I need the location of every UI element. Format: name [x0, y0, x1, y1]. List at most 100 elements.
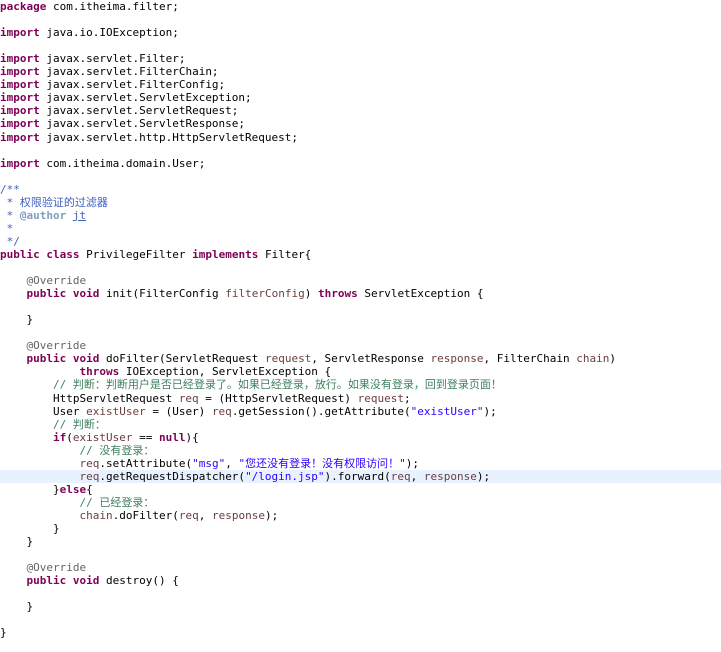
code-text: IOException, ServletException {	[119, 365, 332, 379]
code-line[interactable]: @Override	[0, 561, 721, 574]
code-line[interactable]: public void init(FilterConfig filterConf…	[0, 287, 721, 300]
keyword: public	[26, 352, 67, 366]
code-line[interactable]: // 判断：	[0, 418, 721, 431]
code-line[interactable]: * @author jt	[0, 209, 721, 222]
code-line[interactable]: public void doFilter(ServletRequest requ…	[0, 352, 721, 365]
keyword: if	[52, 430, 67, 444]
code-line[interactable]: req.setAttribute("msg", "您还没有登录！没有权限访问！"…	[0, 457, 721, 470]
code-text: );	[264, 508, 279, 522]
code-line[interactable]: * 权限验证的过滤器	[0, 196, 721, 209]
code-text: doFilter(ServletRequest	[99, 352, 265, 366]
keyword: class	[46, 247, 80, 261]
code-text: }	[0, 522, 60, 535]
keyword: import	[0, 78, 40, 92]
code-text: ){	[185, 430, 199, 444]
code-text: java.io.IOException;	[39, 26, 179, 40]
variable: chain	[576, 352, 610, 366]
variable: chain	[79, 508, 113, 522]
code-line[interactable]: }	[0, 535, 721, 548]
javadoc-text: * 权限验证的过滤器	[0, 195, 108, 209]
code-text: Filter{	[258, 247, 312, 261]
code-line[interactable]: // 没有登录：	[0, 444, 721, 457]
code-line[interactable]: // 已经登录：	[0, 496, 721, 509]
code-text: .getSession().getAttribute(	[231, 404, 411, 418]
code-line[interactable]: if(existUser == null){	[0, 431, 721, 444]
code-line[interactable]	[0, 261, 721, 274]
variable: existUser	[86, 404, 146, 418]
string-literal: "msg"	[192, 456, 226, 470]
code-line[interactable]	[0, 587, 721, 600]
string-literal: "/login.jsp"	[245, 469, 325, 483]
code-line[interactable]: import javax.servlet.Filter;	[0, 52, 721, 65]
variable: existUser	[72, 430, 133, 444]
code-text: ServletException {	[357, 287, 484, 301]
code-line[interactable]: public class PrivilegeFilter implements …	[0, 248, 721, 261]
code-line[interactable]: /**	[0, 183, 721, 196]
code-line[interactable]	[0, 144, 721, 157]
code-line[interactable]	[0, 548, 721, 561]
annotation: @Override	[26, 561, 87, 575]
code-line[interactable]: *	[0, 222, 721, 235]
variable: req	[79, 456, 100, 470]
code-line[interactable]: }	[0, 600, 721, 613]
code-line[interactable]: chain.doFilter(req, response);	[0, 509, 721, 522]
code-line[interactable]: }	[0, 313, 721, 326]
code-line[interactable]: import com.itheima.domain.User;	[0, 157, 721, 170]
code-line[interactable]: import javax.servlet.ServletResponse;	[0, 117, 721, 130]
code-text: );	[476, 469, 491, 483]
variable: response	[423, 469, 477, 483]
code-text: , ServletResponse	[311, 352, 431, 366]
code-line[interactable]	[0, 613, 721, 626]
current-code-line[interactable]: req.getRequestDispatcher("/login.jsp").f…	[0, 469, 721, 483]
code-line[interactable]: }else{	[0, 483, 721, 496]
code-line[interactable]: HttpServletRequest req = (HttpServletReq…	[0, 392, 721, 405]
annotation: @Override	[26, 339, 87, 353]
code-line[interactable]: import javax.servlet.ServletException;	[0, 91, 721, 104]
code-line[interactable]: throws IOException, ServletException {	[0, 365, 721, 378]
code-text: javax.servlet.ServletResponse;	[39, 117, 246, 131]
keyword: import	[0, 52, 40, 66]
code-line[interactable]: import javax.servlet.FilterConfig;	[0, 78, 721, 91]
variable: req	[79, 469, 100, 483]
code-text: HttpServletRequest	[0, 391, 179, 405]
comment: // 判断：判断用户是否已经登录了。如果已经登录，放行。如果没有登录，回到登录页…	[52, 378, 502, 392]
code-text: }	[0, 535, 34, 549]
code-line[interactable]: }	[0, 626, 721, 639]
code-editor[interactable]: package com.itheima.filter; import java.i…	[0, 0, 721, 652]
code-line[interactable]: */	[0, 235, 721, 248]
variable: req	[178, 508, 199, 522]
code-text: {	[86, 482, 93, 496]
code-line[interactable]: // 判断：判断用户是否已经登录了。如果已经登录，放行。如果没有登录，回到登录页…	[0, 378, 721, 391]
code-line[interactable]: }	[0, 522, 721, 535]
code-line[interactable]: import javax.servlet.FilterChain;	[0, 65, 721, 78]
code-line[interactable]	[0, 170, 721, 183]
code-line[interactable]: @Override	[0, 339, 721, 352]
code-line[interactable]	[0, 326, 721, 339]
keyword: public	[26, 574, 67, 588]
code-text: )	[609, 352, 616, 366]
keyword: public	[0, 247, 40, 261]
code-line[interactable]: User existUser = (User) req.getSession()…	[0, 405, 721, 418]
code-line[interactable]: import javax.servlet.http.HttpServletReq…	[0, 131, 721, 144]
code-line[interactable]: @Override	[0, 274, 721, 287]
keyword: void	[72, 287, 100, 301]
code-line[interactable]: import java.io.IOException;	[0, 26, 721, 39]
code-line[interactable]: public void destroy() {	[0, 574, 721, 587]
code-line[interactable]	[0, 300, 721, 313]
code-line[interactable]	[0, 13, 721, 26]
code-line[interactable]: import javax.servlet.ServletRequest;	[0, 104, 721, 117]
variable: request	[357, 391, 404, 405]
code-line[interactable]	[0, 39, 721, 52]
code-line[interactable]: package com.itheima.filter;	[0, 0, 721, 13]
code-text: );	[483, 404, 497, 418]
keyword: import	[0, 104, 40, 118]
